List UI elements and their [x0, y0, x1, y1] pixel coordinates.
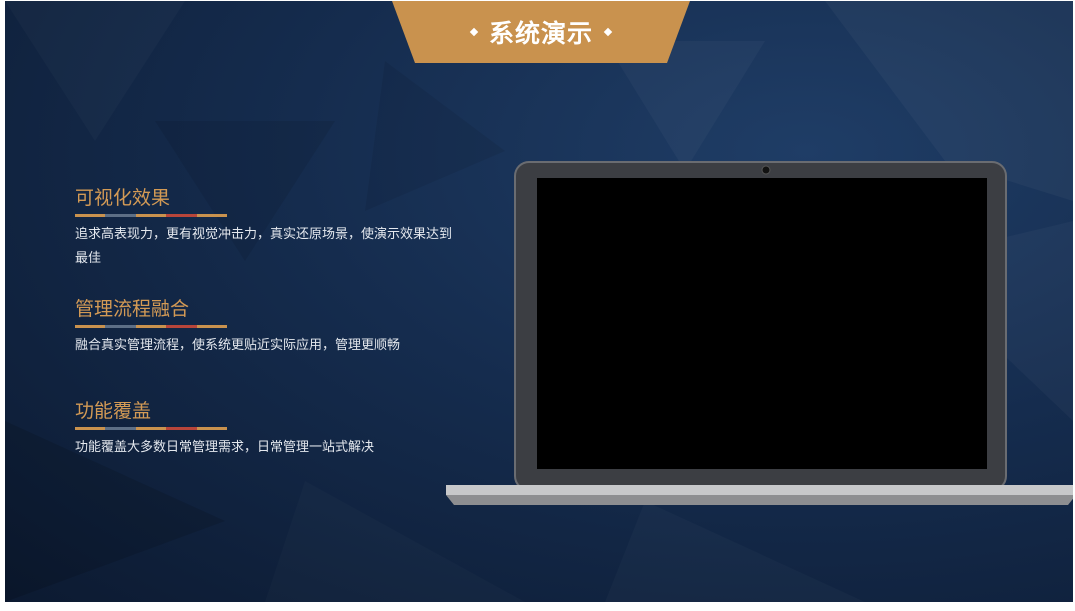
camera-icon	[761, 165, 771, 175]
feature-title: 可视化效果	[75, 187, 171, 209]
feature-underline	[75, 325, 228, 328]
diamond-icon	[603, 27, 613, 37]
laptop-mockup	[446, 161, 1073, 505]
feature-underline	[75, 214, 228, 217]
feature-process-integration: 管理流程融合 融合真实管理流程，使系统更贴近实际应用，管理更顺畅	[75, 297, 455, 358]
laptop-screen	[537, 178, 987, 469]
feature-desc: 融合真实管理流程，使系统更贴近实际应用，管理更顺畅	[75, 338, 401, 353]
banner-title: 系统演示	[488, 19, 593, 48]
laptop-base-top	[446, 485, 1073, 495]
banner-title-row: 系统演示	[392, 1, 690, 63]
feature-visual-effect: 可视化效果 追求高表现力，更有视觉冲击力，真实还原场景，使演示效果达到最佳	[75, 186, 455, 271]
title-banner: 系统演示	[392, 1, 690, 63]
feature-coverage: 功能覆盖 功能覆盖大多数日常管理需求，日常管理一站式解决	[75, 399, 455, 460]
feature-title: 管理流程融合	[75, 298, 190, 320]
laptop-base-bottom	[446, 495, 1073, 505]
slide: 系统演示 可视化效果 追求高表现力，更有视觉冲击力，真实还原场景，使演示效果达到…	[5, 1, 1073, 602]
feature-underline	[75, 427, 228, 430]
diamond-icon	[469, 27, 479, 37]
feature-title: 功能覆盖	[75, 400, 152, 422]
feature-desc: 功能覆盖大多数日常管理需求，日常管理一站式解决	[75, 440, 375, 455]
feature-desc: 追求高表现力，更有视觉冲击力，真实还原场景，使演示效果达到最佳	[75, 227, 453, 266]
